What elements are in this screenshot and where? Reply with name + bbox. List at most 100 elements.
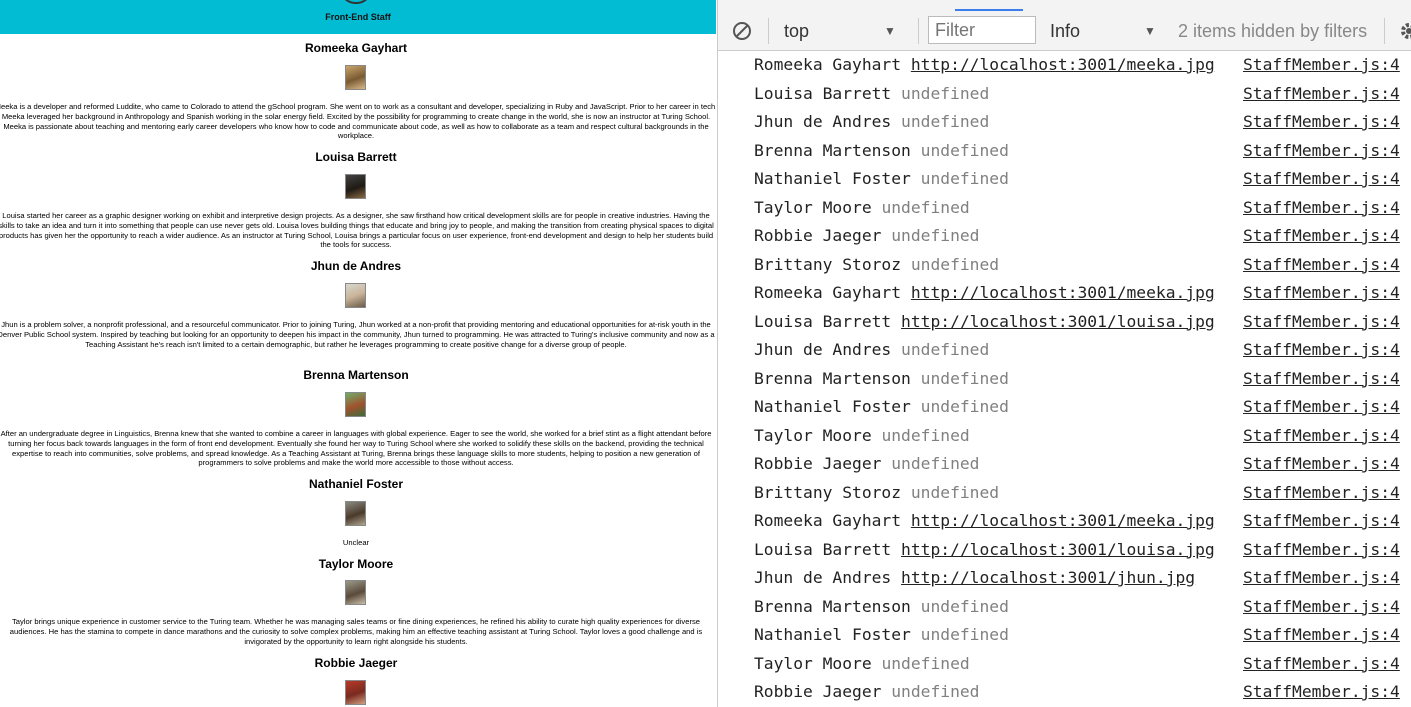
log-level-selector[interactable]: Info ▼ [1050,18,1160,44]
message-undefined-value: undefined [891,226,980,245]
staff-bio: Meeka is a developer and reformed Luddit… [0,102,716,141]
console-message: Jhun de Andres undefined StaffMember.js:4 [718,336,1411,365]
source-link[interactable]: StaffMember.js:4 [1243,593,1400,622]
message-url-link[interactable]: http://localhost:3001/meeka.jpg [911,55,1215,74]
message-staff-name: Robbie Jaeger [754,682,882,701]
message-url-link[interactable]: http://localhost:3001/jhun.jpg [901,568,1195,587]
message-undefined-value: undefined [920,596,1009,616]
source-link[interactable]: StaffMember.js:4 [1243,251,1400,280]
console-message-text: Brittany Storoz undefined [754,479,999,508]
message-undefined-value: undefined [881,425,970,445]
console-message: Robbie Jaeger undefined StaffMember.js:4 [718,450,1411,479]
console-message-text: Nathaniel Foster undefined [754,621,1009,650]
message-staff-name: Brenna Martenson [754,140,911,160]
console-message: Louisa Barrett http://localhost:3001/lou… [718,536,1411,565]
context-selector[interactable]: top ▼ [784,18,904,44]
console-message-text: Nathaniel Foster undefined [754,393,1009,422]
staff-name: Robbie Jaeger [314,656,398,670]
staff-photo [345,283,366,308]
staff-photo [345,65,366,90]
console-message-text: Taylor Moore undefined [754,422,970,451]
message-staff-name: Jhun de Andres [754,112,892,131]
source-link[interactable]: StaffMember.js:4 [1243,650,1400,679]
staff-name: Taylor Moore [318,557,394,571]
log-level-value: Info [1050,21,1081,41]
source-link[interactable]: StaffMember.js:4 [1243,678,1400,707]
active-tab-indicator [955,9,1023,11]
page-title: Front-End Staff [325,12,391,22]
source-link[interactable]: StaffMember.js:4 [1243,51,1400,80]
message-staff-name: Robbie Jaeger [754,454,882,473]
source-link[interactable]: StaffMember.js:4 [1243,108,1400,137]
source-link[interactable]: StaffMember.js:4 [1243,621,1400,650]
console-message-text: Brenna Martenson undefined [754,365,1009,394]
source-link[interactable]: StaffMember.js:4 [1243,422,1400,451]
message-staff-name: Taylor Moore [754,653,872,673]
staff-name: Brenna Martenson [303,368,409,382]
source-link[interactable]: StaffMember.js:4 [1243,165,1400,194]
message-undefined-value: undefined [901,112,990,131]
source-link[interactable]: StaffMember.js:4 [1243,564,1400,593]
staff-bio: Taylor brings unique experience in custo… [9,617,703,646]
toolbar-separator [1384,18,1385,44]
console-message-text: Robbie Jaeger undefined [754,678,979,707]
message-undefined-value: undefined [891,454,980,473]
console-message: Nathaniel Foster undefined StaffMember.js… [718,165,1411,194]
staff-name: Louisa Barrett [315,150,397,164]
source-link[interactable]: StaffMember.js:4 [1243,393,1400,422]
staff-bio: Unclear [342,538,370,547]
console-message-text: Robbie Jaeger undefined [754,222,979,251]
console-message: Brittany Storoz undefined StaffMember.js:… [718,479,1411,508]
message-staff-name: Nathaniel Foster [754,169,911,188]
source-link[interactable]: StaffMember.js:4 [1243,194,1400,223]
source-link[interactable]: StaffMember.js:4 [1243,450,1400,479]
message-undefined-value: undefined [920,368,1009,388]
hidden-items-count: 2 items hidden by filters [1178,21,1368,41]
console-message-text: Jhun de Andres undefined [754,108,989,137]
console-message-text: Robbie Jaeger undefined [754,450,979,479]
staff-photo [345,680,366,705]
devtools-console-panel: top ▼ Info ▼ 2 items hidden by filters R… [717,0,1411,707]
message-undefined-value: undefined [920,169,1009,188]
message-undefined-value: undefined [891,682,980,701]
source-link[interactable]: StaffMember.js:4 [1243,137,1400,166]
message-staff-name: Taylor Moore [754,197,872,217]
filter-input[interactable] [928,16,1036,44]
message-undefined-value: undefined [910,254,1000,274]
message-undefined-value: undefined [920,397,1009,416]
message-staff-name: Taylor Moore [754,425,872,445]
message-url-link[interactable]: http://localhost:3001/meeka.jpg [911,283,1215,302]
source-link[interactable]: StaffMember.js:4 [1243,507,1400,536]
source-link[interactable]: StaffMember.js:4 [1243,279,1400,308]
gear-icon[interactable] [1398,20,1411,42]
console-message-text: Brenna Martenson undefined [754,593,1009,622]
console-message: Romeeka Gayhart http://localhost:3001/me… [718,279,1411,308]
source-link[interactable]: StaffMember.js:4 [1243,336,1400,365]
message-staff-name: Brenna Martenson [754,596,911,616]
console-message-text: Taylor Moore undefined [754,194,970,223]
message-url-link[interactable]: http://localhost:3001/meeka.jpg [911,511,1215,530]
source-link[interactable]: StaffMember.js:4 [1243,222,1400,251]
message-undefined-value: undefined [910,482,1000,502]
message-staff-name: Brenna Martenson [754,368,911,388]
staff-photo [345,580,366,605]
source-link[interactable]: StaffMember.js:4 [1243,308,1400,337]
source-link[interactable]: StaffMember.js:4 [1243,365,1400,394]
staff-photo [345,501,366,526]
message-undefined-value: undefined [881,197,970,217]
message-url-link[interactable]: http://localhost:3001/louisa.jpg [901,312,1215,331]
console-message-text: Romeeka Gayhart http://localhost:3001/me… [754,507,1215,536]
source-link[interactable]: StaffMember.js:4 [1243,80,1400,109]
console-message-text: Louisa Barrett http://localhost:3001/lou… [754,308,1215,337]
staff-bio: Jhun is a problem solver, a nonprofit pr… [0,320,715,349]
dropdown-triangle-icon: ▼ [884,24,896,38]
source-link[interactable]: StaffMember.js:4 [1243,479,1400,508]
message-url-link[interactable]: http://localhost:3001/louisa.jpg [901,540,1215,559]
source-link[interactable]: StaffMember.js:4 [1243,536,1400,565]
dropdown-triangle-icon: ▼ [1144,24,1156,38]
toolbar-separator [918,18,919,44]
console-message-text: Brittany Storoz undefined [754,251,999,280]
console-message-text: Nathaniel Foster undefined [754,165,1009,194]
message-staff-name: Jhun de Andres [754,568,892,587]
clear-console-icon[interactable] [732,21,752,41]
